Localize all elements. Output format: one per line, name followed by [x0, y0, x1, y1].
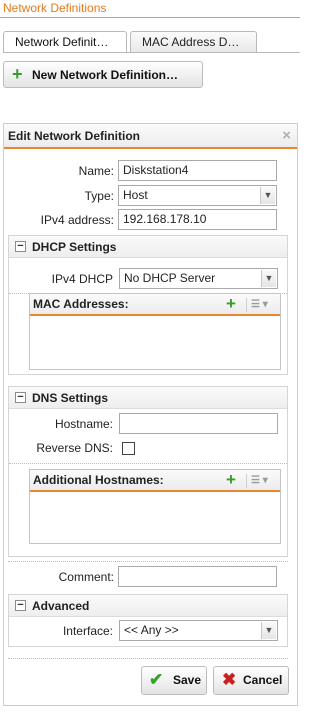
tab-network-definitions[interactable]: Network Definit… — [3, 31, 127, 53]
dns-settings-section: − DNS Settings Hostname: Reverse DNS: Ad… — [8, 386, 288, 557]
additional-hostnames-title: Additional Hostnames: — [33, 473, 164, 487]
collapse-icon[interactable]: − — [15, 392, 26, 403]
advanced-title: Advanced — [32, 599, 90, 613]
hostname-label: Hostname: — [54, 417, 113, 431]
mac-addresses-list[interactable]: MAC Addresses: + ☰ ▾ — [29, 293, 281, 370]
dialog-header: Edit Network Definition × — [4, 124, 297, 149]
chevron-down-icon[interactable]: ▼ — [260, 187, 275, 204]
cancel-label: Cancel — [243, 673, 283, 687]
hostname-field[interactable] — [119, 413, 278, 434]
advanced-section: − Advanced Interface: << Any >> ▼ — [8, 594, 288, 647]
interface-select[interactable]: << Any >> ▼ — [119, 620, 278, 641]
ipv4-dhcp-select[interactable]: No DHCP Server ▼ — [119, 268, 278, 289]
cancel-button[interactable]: ✖ Cancel — [213, 666, 289, 695]
dns-settings-header[interactable]: − DNS Settings — [9, 387, 287, 409]
type-value: Host — [123, 188, 148, 202]
edit-network-definition-dialog: Edit Network Definition × Name: Diskstat… — [3, 123, 298, 706]
close-icon[interactable]: × — [282, 126, 291, 146]
interface-label: Interface: — [62, 624, 113, 638]
tab-divider — [3, 52, 300, 53]
dhcp-settings-section: − DHCP Settings IPv4 DHCP No DHCP Server… — [8, 235, 288, 375]
dhcp-settings-header[interactable]: − DHCP Settings — [9, 236, 287, 258]
ipv4-dhcp-label: IPv4 DHCP — [51, 272, 113, 286]
tab-label: Network Definit… — [15, 35, 109, 49]
divider — [9, 463, 287, 464]
tab-label: MAC Address D… — [142, 35, 240, 49]
comment-label: Comment: — [58, 570, 114, 584]
tab-mac-address-definitions[interactable]: MAC Address D… — [130, 31, 257, 52]
type-label: Type: — [84, 189, 114, 203]
type-select[interactable]: Host ▼ — [118, 185, 277, 206]
save-button[interactable]: ✔ Save — [141, 666, 207, 695]
dhcp-settings-title: DHCP Settings — [32, 240, 117, 254]
dialog-title: Edit Network Definition — [8, 129, 140, 143]
ipv4-dhcp-value: No DHCP Server — [124, 271, 216, 285]
new-network-definition-label: New Network Definition… — [32, 68, 179, 82]
advanced-header[interactable]: − Advanced — [9, 595, 287, 617]
list-menu-icon[interactable]: ☰ ▾ — [246, 474, 276, 488]
new-network-definition-button[interactable]: + New Network Definition… — [3, 61, 203, 88]
mac-addresses-header: MAC Addresses: + ☰ ▾ — [30, 294, 280, 316]
add-icon[interactable]: + — [226, 470, 236, 490]
additional-hostnames-header: Additional Hostnames: + ☰ ▾ — [30, 470, 280, 492]
reverse-dns-checkbox[interactable] — [122, 442, 135, 455]
ipv4-address-field[interactable]: 192.168.178.10 — [118, 209, 277, 230]
save-label: Save — [173, 673, 202, 687]
chevron-down-icon[interactable]: ▼ — [261, 270, 276, 287]
plus-icon: + — [12, 64, 23, 84]
additional-hostnames-list[interactable]: Additional Hostnames: + ☰ ▾ — [29, 469, 281, 544]
dns-settings-title: DNS Settings — [32, 391, 109, 405]
comment-field[interactable] — [118, 566, 277, 587]
list-menu-icon[interactable]: ☰ ▾ — [246, 298, 276, 312]
divider — [8, 658, 288, 659]
ipv4-address-label: IPv4 address: — [40, 213, 114, 227]
chevron-down-icon[interactable]: ▼ — [261, 622, 276, 639]
check-icon: ✔ — [149, 670, 164, 689]
reverse-dns-label: Reverse DNS: — [36, 441, 113, 455]
add-icon[interactable]: + — [226, 294, 236, 314]
divider — [8, 561, 288, 562]
mac-addresses-title: MAC Addresses: — [33, 297, 129, 311]
collapse-icon[interactable]: − — [15, 241, 26, 252]
panel-title: Network Definitions — [0, 0, 300, 18]
interface-value: << Any >> — [124, 623, 179, 637]
close-icon: ✖ — [222, 670, 237, 689]
name-label: Name: — [78, 164, 114, 178]
collapse-icon[interactable]: − — [15, 600, 26, 611]
name-field[interactable]: Diskstation4 — [118, 160, 277, 181]
